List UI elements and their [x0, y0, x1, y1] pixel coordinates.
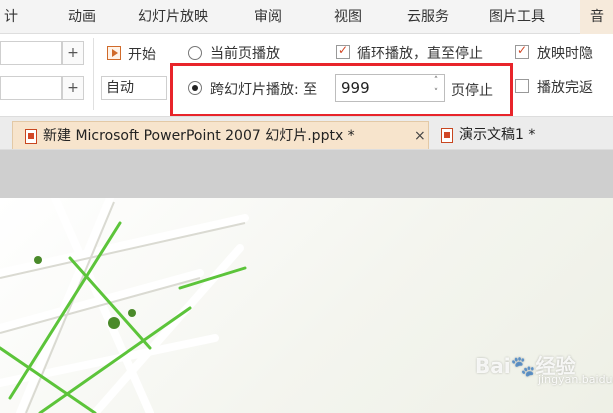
rewind-label[interactable]: 播放完返 [537, 77, 593, 97]
tab-design-partial[interactable]: 计 [4, 0, 18, 34]
slide-canvas[interactable] [0, 198, 613, 413]
loop-checkbox[interactable] [336, 43, 350, 59]
close-icon[interactable]: × [414, 122, 426, 150]
plus-button-1[interactable]: + [62, 41, 84, 65]
start-play-icon [107, 46, 121, 60]
tab-view[interactable]: 视图 [334, 0, 362, 34]
volume-field[interactable] [0, 41, 62, 65]
divider [93, 38, 94, 110]
loop-label[interactable]: 循环播放，直至停止 [357, 43, 483, 63]
ppt-file-icon [441, 127, 453, 143]
paw-icon: 🐾 [510, 354, 536, 378]
watermark-url: jingyan.baidu.com [538, 373, 613, 386]
slide-decoration-graphic [0, 198, 249, 413]
fade-field[interactable] [0, 76, 62, 100]
doc-tab-pptx-label: 新建 Microsoft PowerPoint 2007 幻灯片.pptx * [43, 128, 355, 144]
plus-button-2[interactable]: + [62, 76, 84, 100]
tab-animation[interactable]: 动画 [68, 0, 96, 34]
tab-slideshow[interactable]: 幻灯片放映 [138, 0, 208, 34]
document-tab-bar: 新建 Microsoft PowerPoint 2007 幻灯片.pptx * … [0, 116, 613, 150]
start-mode-select[interactable]: 自动 [101, 76, 167, 100]
ribbon-tab-bar: 计 动画 幻灯片放映 审阅 视图 云服务 图片工具 音 [0, 0, 613, 34]
hide-when-playing-label[interactable]: 放映时隐 [537, 43, 593, 63]
watermark-brand: Bai [475, 354, 511, 378]
tab-picture-tools[interactable]: 图片工具 [489, 0, 545, 34]
doc-tab-presentation1-label: 演示文稿1 * [459, 127, 536, 143]
hide-when-playing-checkbox[interactable] [515, 43, 529, 59]
doc-tab-presentation1[interactable]: 演示文稿1 * [437, 121, 577, 149]
ppt-file-icon [25, 128, 37, 144]
highlight-box [170, 63, 513, 117]
radio-current-page[interactable] [188, 46, 202, 60]
tab-cloud-service[interactable]: 云服务 [407, 0, 449, 34]
start-label[interactable]: 开始 [128, 44, 156, 64]
tab-audio-tools[interactable]: 音 [580, 0, 613, 34]
rewind-checkbox[interactable] [515, 79, 529, 93]
radio-current-page-label[interactable]: 当前页播放 [210, 43, 280, 63]
tab-review[interactable]: 审阅 [254, 0, 282, 34]
doc-tab-pptx[interactable]: 新建 Microsoft PowerPoint 2007 幻灯片.pptx * … [12, 121, 429, 149]
